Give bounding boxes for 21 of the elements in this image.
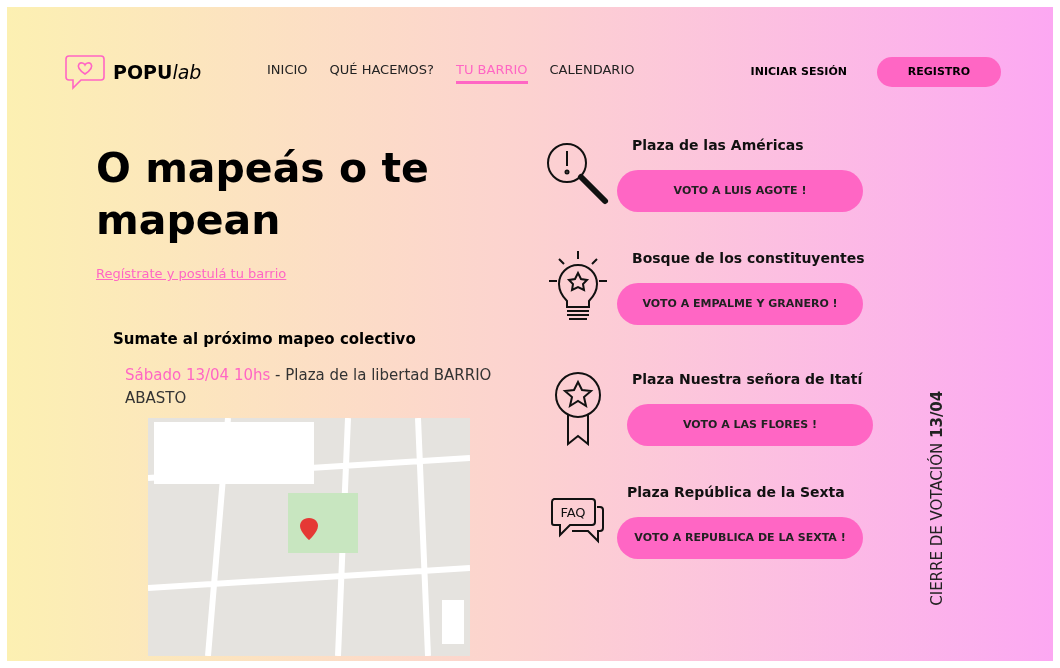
place-name: Plaza República de la Sexta (627, 483, 846, 502)
magnifier-alert-icon (545, 140, 611, 207)
hero-title: O mapeás o te mapean (96, 143, 430, 246)
event-text: Sábado 13/04 10hs - Plaza de la libertad BARRIO ABASTO (125, 365, 493, 409)
chat-heart-logo-icon (65, 54, 105, 90)
vote-button[interactable]: VOTO A EMPALME Y GRANERO ! (617, 283, 863, 325)
vote-button[interactable]: VOTO A LAS FLORES ! (627, 404, 873, 446)
login-link[interactable]: INICIAR SESIÓN (750, 63, 847, 81)
register-button[interactable]: REGISTRO (877, 57, 1001, 87)
voting-deadline: CIERRE DE VOTACIÓN 13/04 (926, 389, 947, 608)
place-name: Plaza Nuestra señora de Itatí (632, 370, 864, 389)
nav-tab[interactable]: INICIO (267, 59, 308, 85)
event-heading: Sumate al próximo mapeo colectivo (113, 328, 417, 350)
place-name: Plaza de las Américas (632, 136, 805, 155)
vote-button[interactable]: VOTO A REPUBLICA DE LA SEXTA ! (617, 517, 863, 559)
medal-star-icon (553, 369, 603, 446)
place-name: Bosque de los constituyentes (632, 249, 865, 268)
vote-button[interactable]: VOTO A LUIS AGOTE ! (617, 170, 863, 212)
nav-tab[interactable]: QUÉ HACEMOS? (329, 59, 434, 85)
brand-name[interactable]: POPUlab (113, 57, 202, 87)
nav-tab[interactable]: CALENDARIO (549, 59, 635, 85)
